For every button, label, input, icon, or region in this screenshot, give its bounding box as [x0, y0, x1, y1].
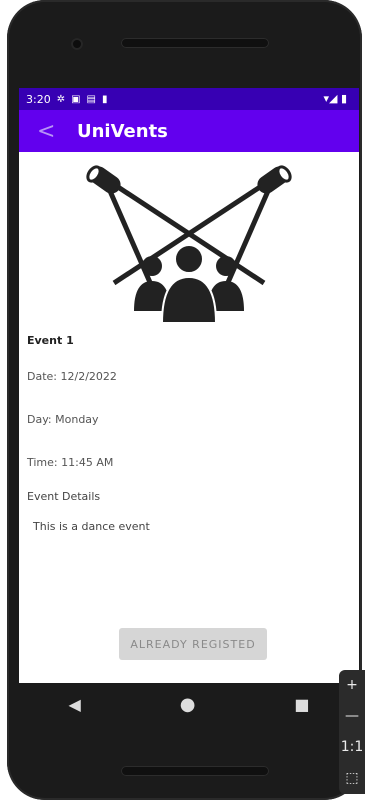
- android-nav-bar: ◀ ● ■: [19, 683, 359, 725]
- event-details-heading: Event Details: [27, 490, 101, 503]
- event-details-text: This is a dance event: [33, 520, 150, 533]
- earpiece-speaker: [121, 38, 269, 48]
- already-registered-button[interactable]: ALREADY REGISTED: [119, 628, 267, 660]
- app-bar: < UniVents: [19, 110, 359, 152]
- calendar-icon: ▣: [71, 93, 81, 105]
- fit-screen-icon[interactable]: ⬚: [345, 763, 358, 794]
- zoom-1-to-1-button[interactable]: 1:1: [341, 732, 364, 763]
- bottom-speaker: [121, 766, 269, 776]
- event-day: Day: Monday: [27, 413, 99, 426]
- front-camera: [71, 38, 83, 50]
- back-arrow-icon[interactable]: <: [37, 119, 59, 144]
- settings-gear-icon: ✲: [56, 93, 66, 105]
- app-title: UniVents: [77, 120, 168, 142]
- nav-recent-apps-icon[interactable]: ■: [294, 695, 309, 714]
- app-screen: 3:20 ✲ ▣ ▤ ▮ ▾◢ ▮ < UniVents Event 1 Dat…: [19, 88, 359, 683]
- status-time: 3:20: [26, 92, 51, 106]
- nav-back-icon[interactable]: ◀: [68, 695, 80, 714]
- sd-card-icon: ▮: [102, 93, 108, 105]
- nav-home-icon[interactable]: ●: [180, 694, 196, 715]
- zoom-out-button[interactable]: —: [345, 701, 359, 732]
- signal-battery-icons: ▾◢ ▮: [323, 92, 347, 105]
- event-date: Date: 12/2/2022: [27, 370, 117, 383]
- emulator-zoom-panel: + — 1:1 ⬚: [339, 670, 365, 794]
- phone-top-bezel: [7, 0, 362, 88]
- event-name: Event 1: [27, 334, 74, 347]
- notification-icon: ▤: [86, 93, 96, 105]
- zoom-in-button[interactable]: +: [346, 670, 358, 701]
- status-bar: 3:20 ✲ ▣ ▤ ▮ ▾◢ ▮: [19, 88, 359, 110]
- audience-people-icon: [134, 244, 244, 323]
- event-spotlight-illustration: [86, 165, 292, 323]
- event-time: Time: 11:45 AM: [27, 456, 114, 469]
